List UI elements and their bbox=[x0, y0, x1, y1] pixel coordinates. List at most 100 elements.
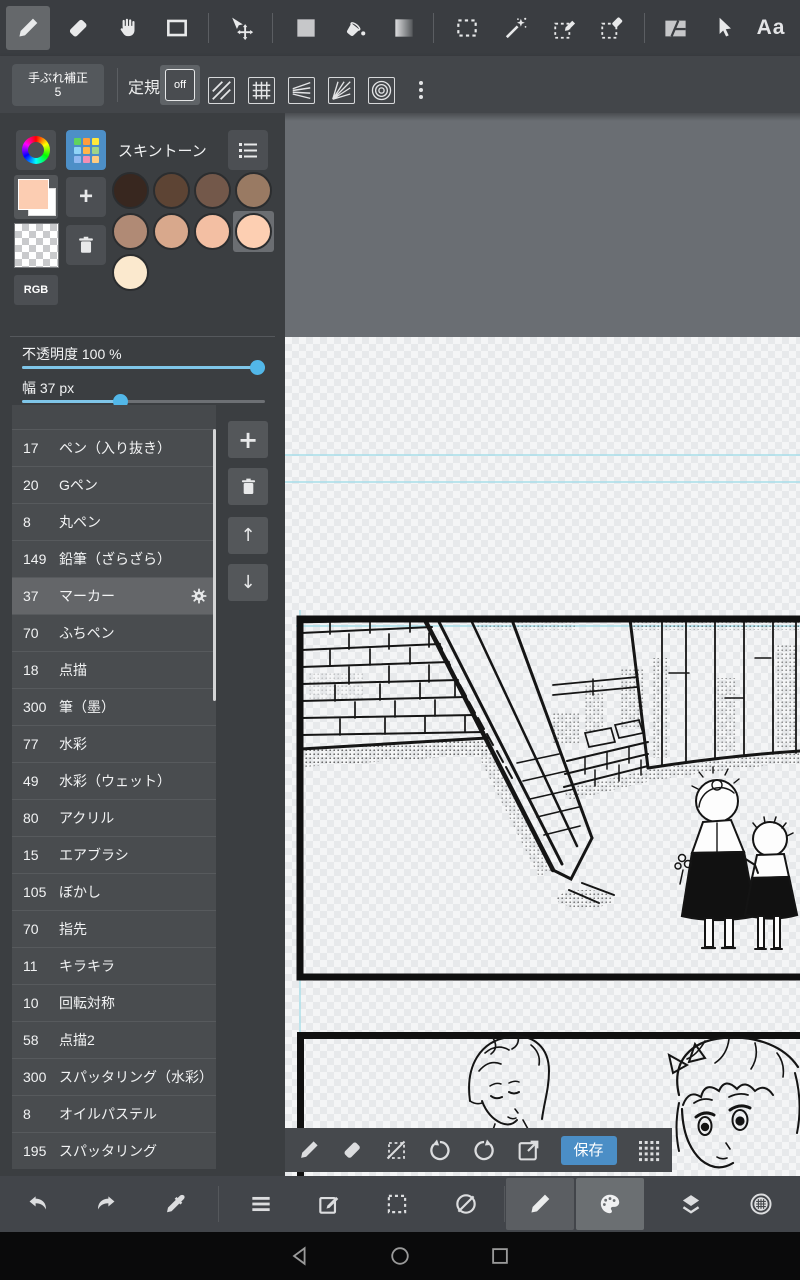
bucket-tool-button[interactable] bbox=[333, 6, 377, 50]
color-swatch[interactable] bbox=[110, 211, 151, 252]
brush-item[interactable]: 77 水彩 bbox=[12, 725, 216, 762]
quick-pencil-button[interactable] bbox=[297, 1138, 321, 1162]
back-button[interactable] bbox=[289, 1245, 311, 1267]
rotate-ccw-button[interactable] bbox=[427, 1138, 452, 1163]
add-brush-button[interactable]: + bbox=[228, 421, 268, 458]
cursor-tool-button[interactable] bbox=[703, 6, 747, 50]
eyedropper-icon bbox=[167, 1194, 185, 1213]
redo-button[interactable] bbox=[93, 1191, 119, 1217]
brush-item[interactable]: 58 点描2 bbox=[12, 1021, 216, 1058]
gradient-tool-button[interactable] bbox=[382, 6, 426, 50]
brush-item[interactable]: 300 筆（墨） bbox=[12, 688, 216, 725]
workspace-grid-button[interactable] bbox=[636, 1138, 660, 1162]
brush-item[interactable]: 8 オイルパステル bbox=[12, 1095, 216, 1132]
brush-item[interactable]: 18 点描 bbox=[12, 651, 216, 688]
brush-item[interactable]: 105 ぼかし bbox=[12, 873, 216, 910]
browser-button[interactable] bbox=[748, 1191, 774, 1217]
width-slider[interactable] bbox=[22, 394, 265, 409]
palette-grid-button[interactable] bbox=[66, 130, 106, 170]
brush-name: エアブラシ bbox=[59, 847, 129, 863]
move-tool-button[interactable] bbox=[219, 6, 263, 50]
ruler-off-button[interactable]: off bbox=[160, 65, 200, 105]
eraser-tool-button[interactable] bbox=[56, 6, 100, 50]
opacity-slider[interactable] bbox=[22, 360, 265, 375]
rgb-button[interactable]: RGB bbox=[14, 275, 58, 305]
brush-item[interactable]: 300 スパッタリング（水彩） bbox=[12, 1058, 216, 1095]
color-swatch[interactable] bbox=[151, 211, 192, 252]
magic-wand-tool-button[interactable] bbox=[494, 6, 538, 50]
select-pen-tool-button[interactable] bbox=[543, 6, 587, 50]
opacity-slider-thumb[interactable] bbox=[250, 360, 265, 375]
stabilizer-button[interactable]: 手ぶれ補正 5 bbox=[12, 64, 104, 106]
home-button[interactable] bbox=[389, 1245, 411, 1267]
color-swatch[interactable] bbox=[233, 170, 274, 211]
save-button[interactable]: 保存 bbox=[560, 1135, 617, 1165]
palette-list-button[interactable] bbox=[228, 130, 268, 170]
text-tool-button[interactable]: Aa bbox=[749, 6, 793, 50]
delete-brush-button[interactable] bbox=[228, 468, 268, 505]
diagonal-ruler-button[interactable] bbox=[208, 77, 235, 104]
brush-item[interactable]: 49 水彩（ウェット） bbox=[12, 762, 216, 799]
color-swatch[interactable] bbox=[110, 170, 151, 211]
draw-tool-button[interactable] bbox=[527, 1191, 553, 1217]
palette-color-dot bbox=[73, 155, 81, 163]
pencil-tool-button[interactable] bbox=[6, 6, 50, 50]
grid-ruler-button[interactable] bbox=[248, 77, 275, 104]
brush-item[interactable]: 195 スパッタリング bbox=[12, 1132, 216, 1169]
deselect-button[interactable] bbox=[384, 1138, 408, 1162]
canvas-viewport[interactable]: 保存 bbox=[285, 113, 800, 1176]
brush-item[interactable]: 37 マーカー bbox=[12, 577, 216, 614]
shape-tool-button[interactable] bbox=[155, 6, 199, 50]
overflow-menu-button[interactable] bbox=[414, 77, 428, 102]
color-wheel-button[interactable] bbox=[16, 130, 56, 170]
rotate-cw-button[interactable] bbox=[472, 1138, 497, 1163]
brush-item[interactable]: 149 鉛筆（ざらざら） bbox=[12, 540, 216, 577]
brush-move-down-button[interactable]: ↓ bbox=[228, 564, 268, 601]
color-swatch[interactable] bbox=[151, 170, 192, 211]
select-button[interactable] bbox=[384, 1191, 410, 1217]
concentric-ruler-button[interactable] bbox=[368, 77, 395, 104]
brush-item-partial[interactable] bbox=[12, 405, 216, 430]
brush-item[interactable]: 15 エアブラシ bbox=[12, 836, 216, 873]
brush-list-scrollbar[interactable] bbox=[213, 429, 216, 701]
color-square-button[interactable] bbox=[284, 6, 328, 50]
color-swatch[interactable] bbox=[233, 211, 274, 252]
export-button[interactable] bbox=[516, 1138, 541, 1163]
perspective-ruler-button[interactable] bbox=[288, 77, 315, 104]
material-button[interactable] bbox=[453, 1191, 479, 1217]
radial-ruler-button[interactable] bbox=[328, 77, 355, 104]
brush-item[interactable]: 70 指先 bbox=[12, 910, 216, 947]
divide-frame-tool-button[interactable] bbox=[653, 6, 697, 50]
brush-item[interactable]: 11 キラキラ bbox=[12, 947, 216, 984]
color-swatch[interactable] bbox=[110, 252, 151, 293]
quick-eraser-button[interactable] bbox=[340, 1138, 364, 1162]
color-swatch[interactable] bbox=[192, 211, 233, 252]
delete-color-button[interactable] bbox=[66, 225, 106, 265]
add-color-button[interactable]: + bbox=[66, 177, 106, 217]
brush-item[interactable]: 80 アクリル bbox=[12, 799, 216, 836]
eyedropper-button[interactable] bbox=[163, 1191, 189, 1217]
brush-item[interactable]: 17 ペン（入り抜き） bbox=[12, 429, 216, 466]
undo-button[interactable] bbox=[25, 1191, 51, 1217]
color-swatch[interactable] bbox=[192, 170, 233, 211]
ruler-off-label: off bbox=[165, 69, 195, 101]
brush-item[interactable]: 20 Gペン bbox=[12, 466, 216, 503]
brush-move-up-button[interactable]: ↑ bbox=[228, 517, 268, 554]
current-color-button[interactable] bbox=[14, 175, 58, 219]
transparent-color-button[interactable] bbox=[14, 223, 59, 268]
hand-tool-button[interactable] bbox=[106, 6, 150, 50]
layers-button[interactable] bbox=[678, 1191, 704, 1217]
brush-item[interactable]: 8 丸ペン bbox=[12, 503, 216, 540]
selection-rectangle-icon bbox=[387, 1194, 407, 1214]
brush-name: 点描2 bbox=[59, 1032, 95, 1048]
brush-settings-icon[interactable] bbox=[190, 587, 208, 605]
select-rect-tool-button[interactable] bbox=[445, 6, 489, 50]
brush-item[interactable]: 10 回転対称 bbox=[12, 984, 216, 1021]
menu-button[interactable] bbox=[248, 1191, 274, 1217]
slash-circle-icon bbox=[456, 1194, 476, 1214]
select-eraser-tool-button[interactable] bbox=[590, 6, 634, 50]
edit-canvas-button[interactable] bbox=[316, 1191, 342, 1217]
color-panel-button[interactable] bbox=[597, 1191, 623, 1217]
brush-item[interactable]: 70 ふちペン bbox=[12, 614, 216, 651]
recents-button[interactable] bbox=[489, 1245, 511, 1267]
